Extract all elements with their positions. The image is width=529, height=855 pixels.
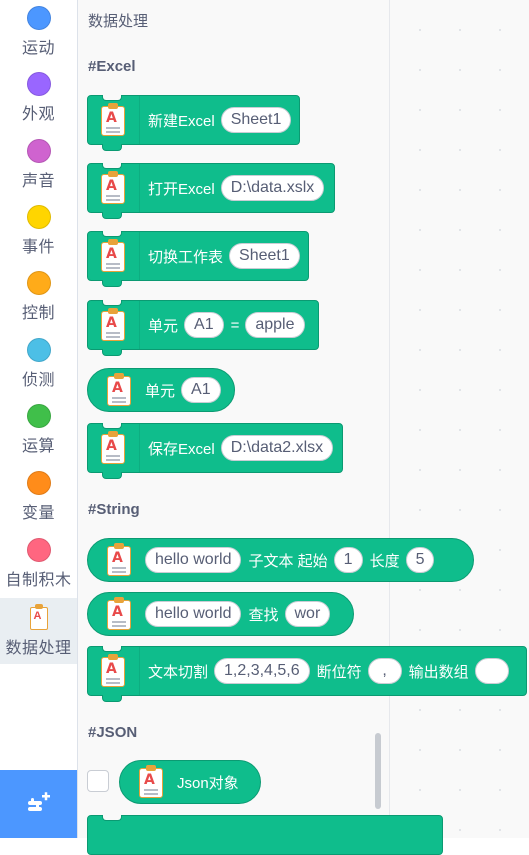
data-block-icon: A [99, 654, 127, 688]
text-input[interactable]: 1,2,3,4,5,6 [214, 658, 310, 684]
block-cell-get[interactable]: A 单元 A1 [87, 368, 235, 412]
clipboard-icon: A [28, 604, 50, 630]
block-label: 保存Excel [148, 440, 215, 458]
data-block-icon: A [99, 308, 127, 342]
sensing-dot-icon [26, 338, 51, 362]
data-block-icon: A [105, 543, 133, 577]
block-substring[interactable]: A hello world 子文本 起始 1 长度 5 [87, 538, 474, 582]
category-operators[interactable]: 运算 [0, 404, 77, 456]
category-label: 数据处理 [5, 640, 72, 657]
block-label: 长度 [369, 552, 400, 570]
cell-input[interactable]: A1 [184, 312, 224, 338]
section-string: #String [88, 501, 140, 518]
block-label: 查找 [248, 606, 279, 624]
category-sensing[interactable]: 侦测 [0, 338, 77, 390]
flyout-title: 数据处理 [88, 13, 149, 30]
script-workspace[interactable] [389, 0, 529, 838]
category-label: 运动 [21, 40, 55, 57]
control-dot-icon [26, 271, 51, 295]
block-label: 新建Excel [148, 112, 215, 130]
category-data-processing[interactable]: A 数据处理 [0, 598, 77, 664]
looks-dot-icon [26, 72, 51, 96]
add-extension-icon [28, 792, 50, 811]
category-label: 运算 [21, 438, 55, 455]
cell-value-input[interactable]: apple [245, 312, 305, 338]
section-json: #JSON [88, 724, 138, 741]
category-label: 事件 [21, 239, 55, 256]
block-save-excel[interactable]: A 保存Excel D:\data2.xlsx [87, 423, 343, 479]
category-motion[interactable]: 运动 [0, 6, 77, 58]
data-block-icon: A [99, 103, 127, 137]
category-label: 声音 [21, 173, 55, 190]
block-label: 打开Excel [148, 180, 215, 198]
block-json-object[interactable]: A Json对象 [119, 760, 261, 804]
equals-label: = [230, 316, 240, 334]
block-new-excel[interactable]: A 新建Excel Sheet1 [87, 95, 300, 151]
variables-dot-icon [26, 471, 51, 495]
block-label: 文本切割 [148, 663, 209, 681]
category-label: 控制 [21, 305, 55, 322]
data-block-icon: A [99, 431, 127, 465]
block-label: 单元 [148, 317, 179, 335]
text-input[interactable]: hello world [145, 601, 242, 627]
my-blocks-dot-icon [26, 538, 51, 562]
block-switch-sheet[interactable]: A 切换工作表 Sheet1 [87, 231, 309, 287]
data-block-icon: A [99, 239, 127, 273]
palette-scrollbar[interactable] [375, 733, 381, 809]
category-variables[interactable]: 变量 [0, 471, 77, 523]
category-label: 外观 [21, 106, 55, 123]
sheet-name-input[interactable]: Sheet1 [220, 107, 292, 133]
motion-dot-icon [26, 6, 51, 30]
category-my-blocks[interactable]: 自制积木 [0, 538, 77, 590]
data-block-icon: A [137, 765, 165, 799]
category-sidebar: 运动 外观 声音 事件 控制 侦测 运算 变量 自制积木 A 数据处理 [0, 0, 78, 838]
operators-dot-icon [26, 404, 51, 428]
add-extension-button[interactable] [0, 770, 77, 838]
category-control[interactable]: 控制 [0, 271, 77, 323]
block-label: 单元 [145, 382, 176, 400]
category-events[interactable]: 事件 [0, 205, 77, 257]
block-label: 切换工作表 [148, 248, 224, 266]
block-open-excel[interactable]: A 打开Excel D:\data.xslx [87, 163, 335, 219]
text-input[interactable]: hello world [145, 547, 242, 573]
category-looks[interactable]: 外观 [0, 72, 77, 124]
events-dot-icon [26, 205, 51, 229]
block-cell-set[interactable]: A 单元 A1 = apple [87, 300, 319, 356]
data-block-icon: A [105, 597, 133, 631]
data-block-icon: A [99, 171, 127, 205]
query-input[interactable]: wor [284, 601, 331, 627]
file-path-input[interactable]: D:\data2.xlsx [220, 435, 334, 461]
category-label: 自制积木 [5, 572, 72, 589]
start-input[interactable]: 1 [333, 547, 363, 573]
section-excel: #Excel [88, 58, 136, 75]
file-path-input[interactable]: D:\data.xslx [220, 175, 325, 201]
category-sound[interactable]: 声音 [0, 139, 77, 191]
category-label: 变量 [21, 505, 55, 522]
block-split[interactable]: A 文本切割 1,2,3,4,5,6 断位符 , 输出数组 [87, 646, 527, 702]
block-label: Json对象 [177, 774, 239, 792]
block-find[interactable]: A hello world 查找 wor [87, 592, 354, 636]
length-input[interactable]: 5 [405, 547, 435, 573]
sheet-name-input[interactable]: Sheet1 [229, 243, 300, 269]
json-object-checkbox[interactable] [87, 770, 109, 792]
block-label: 输出数组 [408, 663, 469, 681]
block-label: 断位符 [316, 663, 362, 681]
separator-input[interactable]: , [367, 658, 402, 684]
block-json-partial[interactable] [87, 815, 443, 855]
block-label: 子文本 起始 [248, 552, 328, 570]
sound-dot-icon [26, 139, 51, 163]
category-label: 侦测 [21, 372, 55, 389]
output-array-input[interactable] [474, 658, 509, 684]
cell-input[interactable]: A1 [181, 377, 221, 403]
data-block-icon: A [105, 373, 133, 407]
